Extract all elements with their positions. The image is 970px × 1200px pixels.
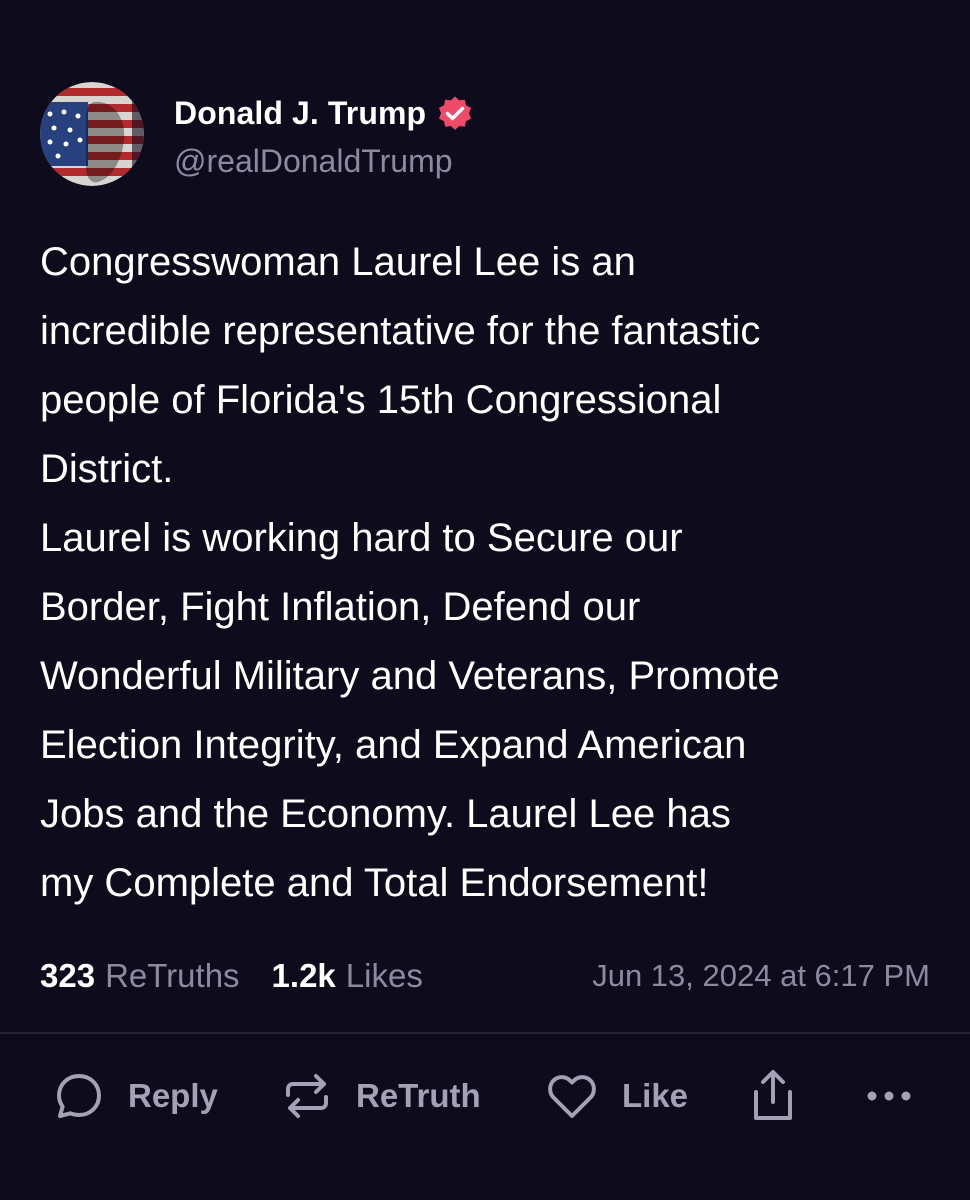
retruth-button[interactable]: ReTruth (282, 1066, 481, 1126)
post-timestamp: Jun 13, 2024 at 6:17 PM (592, 958, 930, 993)
like-label: Like (622, 1077, 689, 1114)
avatar-image (40, 82, 144, 186)
divider (0, 1032, 970, 1034)
retruths-count: 323 (40, 957, 96, 994)
author-display-name[interactable]: Donald J. Trump (174, 95, 426, 132)
more-options-button[interactable] (864, 1066, 914, 1126)
action-bar: Reply ReTruth Like (0, 1066, 970, 1126)
reply-label: Reply (128, 1077, 218, 1114)
retruths-stat[interactable]: 323 ReTruths (40, 957, 240, 995)
retruth-label: ReTruth (356, 1077, 481, 1114)
post-header: Donald J. Trump @realDonaldTrump (40, 82, 474, 186)
reply-icon (54, 1071, 104, 1121)
share-button[interactable] (748, 1066, 798, 1126)
heart-icon (546, 1071, 598, 1121)
author-info: Donald J. Trump @realDonaldTrump (174, 89, 474, 180)
share-icon (748, 1068, 798, 1124)
author-handle[interactable]: @realDonaldTrump (174, 143, 474, 180)
avatar[interactable] (40, 82, 144, 186)
post-stats: 323 ReTruths 1.2k Likes Jun 13, 2024 at … (40, 950, 930, 1002)
likes-stat[interactable]: 1.2k Likes (272, 957, 423, 995)
verified-badge-icon (436, 95, 474, 133)
name-row: Donald J. Trump (174, 89, 474, 139)
reply-button[interactable]: Reply (54, 1066, 218, 1126)
more-options-icon (864, 1086, 914, 1106)
post-body-text: Congresswoman Laurel Lee is an incredibl… (40, 240, 780, 905)
like-button[interactable]: Like (546, 1066, 688, 1126)
likes-count: 1.2k (271, 957, 336, 994)
likes-label: Likes (345, 957, 423, 994)
retruth-icon (282, 1071, 332, 1121)
retruths-label: ReTruths (105, 957, 240, 994)
post-card: Donald J. Trump @realDonaldTrump Congres… (0, 0, 970, 1200)
